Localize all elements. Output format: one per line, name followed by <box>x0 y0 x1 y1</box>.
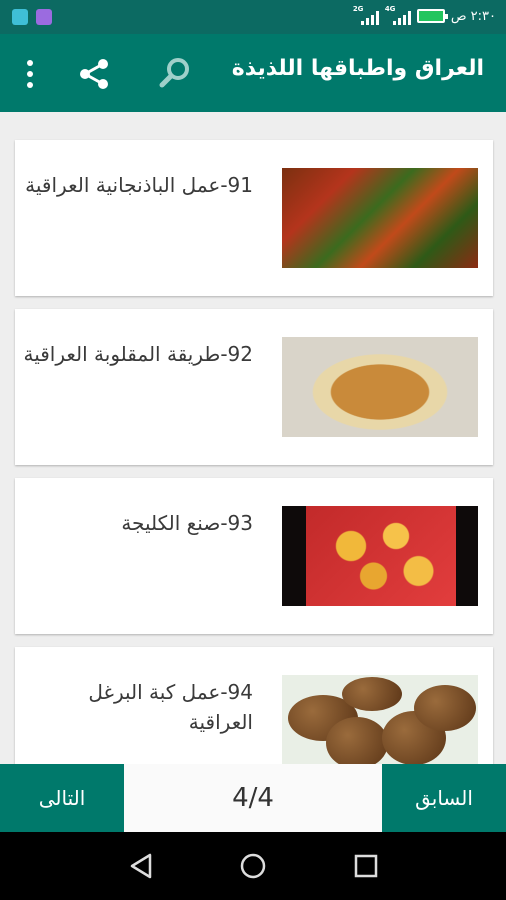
recipe-title: 93-صنع الكليجة <box>121 511 253 535</box>
recipe-thumbnail <box>282 337 478 437</box>
more-vert-icon[interactable] <box>20 56 40 92</box>
app-title: العراق واطباقها اللذيذة <box>231 56 484 81</box>
recipe-thumbnail <box>282 168 478 268</box>
recents-icon[interactable] <box>352 852 380 880</box>
recipe-title: 92-طريقة المقلوبة العراقية <box>23 342 253 366</box>
status-time: ٢:٣٠ ص <box>450 8 496 24</box>
messaging-app-icon <box>12 9 28 25</box>
next-button[interactable]: التالى <box>0 764 124 832</box>
recipe-card[interactable]: 92-طريقة المقلوبة العراقية <box>15 309 493 465</box>
app-bar: العراق واطباقها اللذيذة <box>0 34 506 112</box>
recipe-thumbnail <box>282 675 478 764</box>
recipe-title: 91-عمل الباذنجانية العراقية <box>25 173 253 197</box>
status-bar: 2G 4G ٢:٣٠ ص <box>0 0 506 34</box>
recipe-list[interactable]: 91-عمل الباذنجانية العراقية 92-طريقة الم… <box>0 112 506 764</box>
recipe-thumbnail <box>282 506 478 606</box>
previous-button[interactable]: السابق <box>382 764 506 832</box>
recipe-card[interactable]: 93-صنع الكليجة <box>15 478 493 634</box>
recipe-card[interactable]: 91-عمل الباذنجانية العراقية <box>15 140 493 296</box>
page-indicator: 4/4 <box>232 783 274 813</box>
recipe-card[interactable]: 94-عمل كبة البرغل العراقية <box>15 647 493 764</box>
back-icon[interactable] <box>128 852 156 880</box>
home-icon[interactable] <box>239 852 267 880</box>
gallery-app-icon <box>36 9 52 25</box>
recipe-title: 94-عمل كبة البرغل العراقية <box>88 680 253 734</box>
search-icon[interactable] <box>158 56 192 90</box>
signal-4g-icon: 4G <box>385 5 411 25</box>
battery-icon <box>416 9 448 23</box>
share-icon[interactable] <box>76 56 112 92</box>
system-nav-bar <box>0 832 506 900</box>
pager-bar: التالى 4/4 السابق <box>0 764 506 832</box>
signal-2g-icon: 2G <box>353 5 379 25</box>
